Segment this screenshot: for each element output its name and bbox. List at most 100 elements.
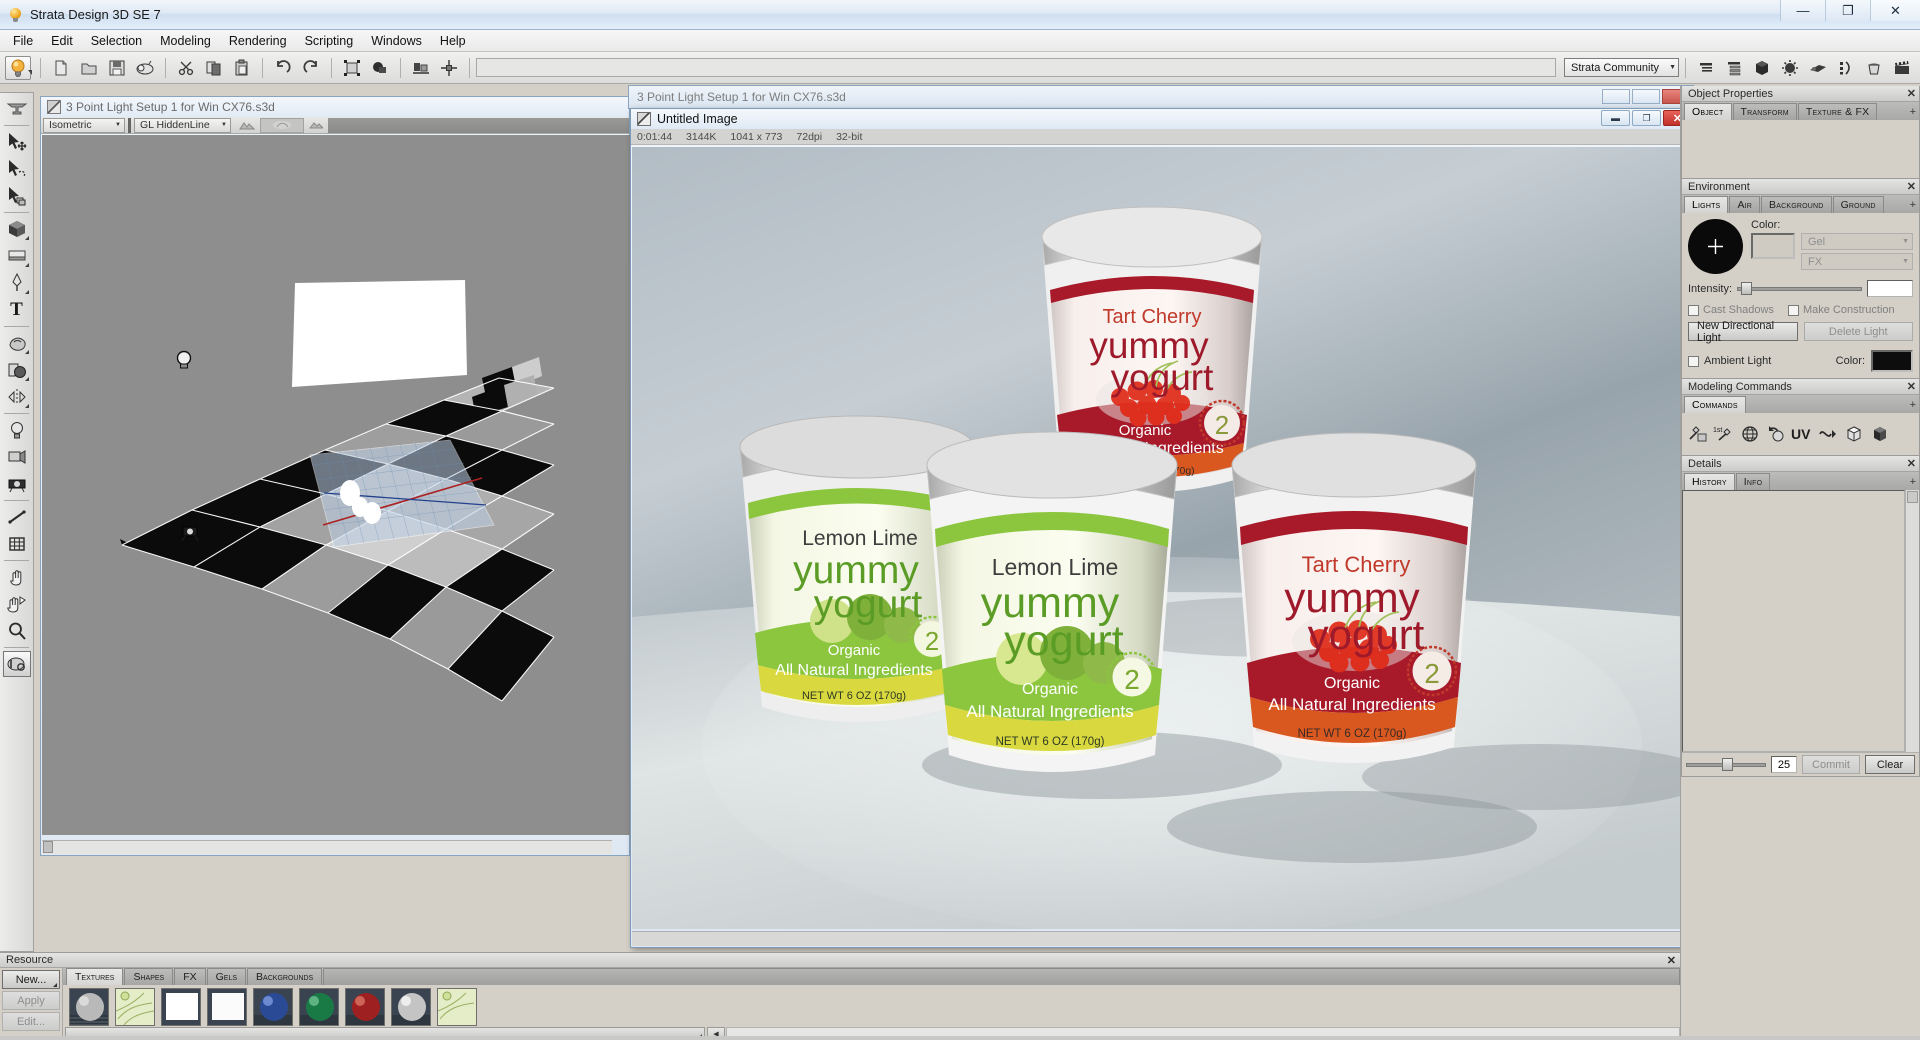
model-window[interactable]: 3 Point Light Setup 1 for Win CX76.s3d I…	[40, 96, 630, 856]
tool-text[interactable]: T	[3, 297, 31, 323]
paste-clipboard-icon[interactable]	[229, 56, 255, 80]
gel-dropdown[interactable]: Gel ▼	[1801, 233, 1913, 250]
minimize-button[interactable]: —	[1780, 0, 1825, 21]
intensity-value-field[interactable]	[1867, 280, 1913, 297]
tab-history[interactable]: History	[1684, 473, 1735, 490]
bg-maximize-button[interactable]	[1632, 89, 1660, 104]
tool-cube[interactable]	[3, 216, 31, 242]
list-view-icon[interactable]	[1693, 56, 1719, 80]
close-icon[interactable]: ✕	[1907, 380, 1916, 393]
tool-hand-pan[interactable]	[3, 564, 31, 590]
tool-select-move[interactable]	[3, 129, 31, 155]
close-icon[interactable]: ✕	[1907, 457, 1916, 470]
scrollbar-thumb[interactable]	[43, 841, 53, 853]
tool-sculpt[interactable]	[3, 330, 31, 356]
tab-fx[interactable]: FX	[174, 968, 206, 986]
view-angle-dropdown[interactable]: Isometric ▼	[43, 117, 125, 133]
edit-resource-button[interactable]: Edit...	[2, 1012, 60, 1031]
menu-file[interactable]: File	[4, 31, 42, 51]
model-viewport-hscrollbar[interactable]	[42, 840, 612, 854]
copy-icon[interactable]	[201, 56, 227, 80]
tool-grid[interactable]	[3, 531, 31, 557]
tab-object[interactable]: Object	[1684, 103, 1732, 120]
render-mode-dropdown[interactable]: GL HiddenLine ▼	[134, 117, 231, 133]
light-direction-widget[interactable]	[1688, 219, 1743, 274]
swatch-blue-sphere[interactable]	[253, 988, 293, 1027]
history-slider[interactable]	[1686, 758, 1766, 771]
new-document-icon[interactable]	[48, 56, 74, 80]
tab-gels[interactable]: Gels	[206, 968, 247, 986]
history-value-field[interactable]: 25	[1771, 756, 1797, 773]
tab-texture-fx[interactable]: Texture & FX	[1797, 103, 1878, 120]
animation-keys-icon[interactable]	[1833, 56, 1859, 80]
close-icon[interactable]: ✕	[1907, 87, 1916, 100]
tool-orbit[interactable]	[3, 591, 31, 617]
swatch-red-sphere[interactable]	[345, 988, 385, 1027]
environment-globe-icon[interactable]	[1777, 56, 1803, 80]
tool-projector[interactable]	[3, 444, 31, 470]
shade-flat-icon[interactable]	[234, 118, 260, 133]
tab-ground[interactable]: Ground	[1832, 196, 1884, 213]
tool-pen[interactable]	[3, 270, 31, 296]
menu-help[interactable]: Help	[431, 31, 475, 51]
render-dropdown-arrow-icon[interactable]	[28, 70, 32, 75]
swatch-silver-sphere[interactable]	[391, 988, 431, 1027]
movie-clapper-icon[interactable]	[1889, 56, 1915, 80]
transform-icon[interactable]	[436, 56, 462, 80]
menu-selection[interactable]: Selection	[82, 31, 151, 51]
background-image-window[interactable]: 3 Point Light Setup 1 for Win CX76.s3d	[628, 85, 1694, 109]
boolean-shapes-icon[interactable]	[367, 56, 393, 80]
intensity-slider[interactable]	[1737, 282, 1862, 295]
model-viewport[interactable]	[42, 135, 630, 835]
maximize-button[interactable]: ❐	[1825, 0, 1870, 21]
add-tab-icon[interactable]: +	[1910, 199, 1916, 211]
tool-render-region[interactable]	[2, 651, 31, 677]
menu-rendering[interactable]: Rendering	[220, 31, 296, 51]
new-directional-light-button[interactable]: New Directional Light	[1688, 320, 1798, 344]
bg-minimize-button[interactable]	[1602, 89, 1630, 104]
sphere-wireframe-icon[interactable]	[1738, 423, 1762, 445]
tab-info[interactable]: Info	[1735, 473, 1771, 490]
save-disk-icon[interactable]	[104, 56, 130, 80]
tool-zoom[interactable]	[3, 618, 31, 644]
tab-backgrounds[interactable]: Backgrounds	[247, 968, 323, 986]
swatch-gray-sphere[interactable]	[69, 988, 109, 1027]
history-vscrollbar[interactable]	[1905, 490, 1919, 752]
tool-select-duplicate[interactable]	[3, 183, 31, 209]
light-color-swatch[interactable]	[1751, 233, 1795, 259]
solid-cube-icon[interactable]	[1868, 423, 1892, 445]
cast-shadows-checkbox[interactable]: Cast Shadows	[1688, 304, 1774, 316]
undo-arrow-icon[interactable]	[270, 56, 296, 80]
tab-lights[interactable]: Lights	[1684, 196, 1729, 213]
apply-resource-button[interactable]: Apply	[2, 991, 60, 1010]
select-bounds-icon[interactable]	[339, 56, 365, 80]
render-lightbulb-icon[interactable]	[5, 55, 31, 80]
tool-anvil[interactable]	[3, 96, 31, 122]
preview-quality-icon[interactable]	[260, 117, 304, 133]
tab-commands[interactable]: Commands	[1684, 396, 1746, 413]
tool-select-lasso[interactable]	[3, 156, 31, 182]
tab-shapes[interactable]: Shapes	[124, 968, 174, 986]
align-objects-icon[interactable]	[408, 56, 434, 80]
tool-camera[interactable]	[3, 471, 31, 497]
history-slider-knob[interactable]	[1722, 758, 1733, 771]
cut-scissors-icon[interactable]	[173, 56, 199, 80]
render-cloud-icon[interactable]	[132, 56, 158, 80]
close-icon[interactable]: ✕	[1667, 954, 1676, 967]
tab-air[interactable]: Air	[1729, 196, 1761, 213]
menu-windows[interactable]: Windows	[362, 31, 431, 51]
clear-button[interactable]: Clear	[1865, 755, 1915, 774]
object-cube-icon[interactable]	[1749, 56, 1775, 80]
texture-bucket-icon[interactable]	[1861, 56, 1887, 80]
tool-line[interactable]	[3, 504, 31, 530]
image-window-bottom-bar[interactable]	[632, 931, 1685, 946]
swatch-leaf-texture-2[interactable]	[437, 988, 477, 1027]
close-icon[interactable]: ✕	[1907, 180, 1916, 193]
rendered-image-canvas[interactable]: Tart Cherry yummy yogurt Organic All Nat…	[632, 147, 1687, 929]
tab-background[interactable]: Background	[1761, 196, 1832, 213]
image-minimize-button[interactable]: ▬	[1601, 110, 1630, 126]
new-resource-button[interactable]: New...	[2, 970, 60, 989]
make-construction-checkbox[interactable]: Make Construction	[1787, 304, 1895, 316]
image-window[interactable]: Untitled Image ▬ ❐ ✕ 0:01:44 3144K 1041 …	[630, 108, 1695, 948]
swatch-green-sphere[interactable]	[299, 988, 339, 1027]
